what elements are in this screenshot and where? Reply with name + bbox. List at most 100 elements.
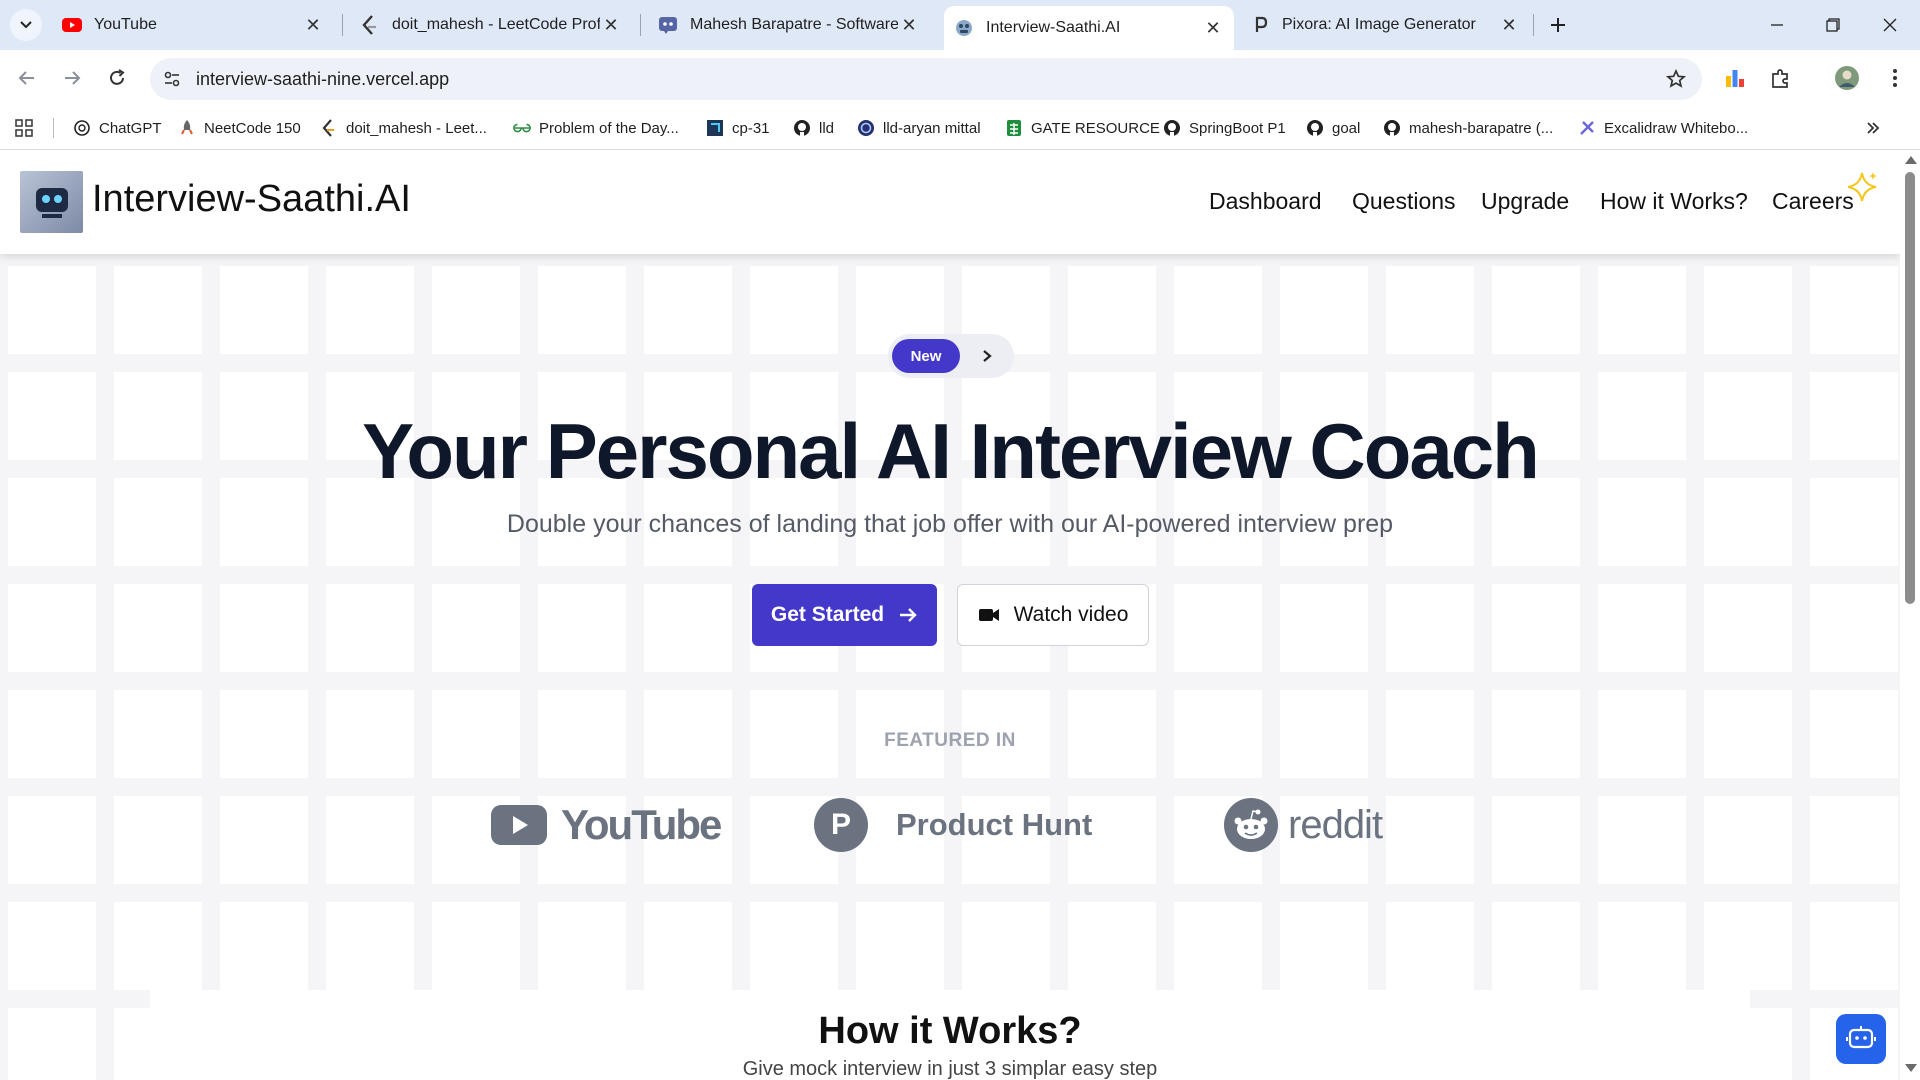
rocket-icon [178,119,196,137]
scrollbar-thumb[interactable] [1905,172,1915,604]
bookmark-lld-aryan[interactable]: lld-aryan mittal [857,116,981,140]
interview-saathi-icon [954,18,974,38]
site-settings-icon[interactable] [160,67,184,91]
bookmark-gfg[interactable]: Problem of the Day... [513,116,679,140]
close-tab-icon[interactable]: ✕ [600,14,622,36]
tab-portfolio[interactable]: Mahesh Barapatre - Software Er ✕ [648,8,930,42]
producthunt-icon: P [814,798,868,852]
restore-icon [1826,18,1840,32]
featured-reddit-logo: reddit [1224,790,1383,860]
bookmark-label: NeetCode 150 [204,119,301,137]
hero-section: New Your Personal AI Interview Coach Dou… [0,150,1900,1080]
bookmark-label: Problem of the Day... [539,119,679,137]
bookmark-leetcode[interactable]: doit_mahesh - Leet... [320,116,487,140]
more-bookmarks-button[interactable] [1866,116,1880,140]
github-icon [1383,119,1401,137]
new-tab-button[interactable] [1543,10,1573,40]
gfg-icon [513,119,531,137]
bookmark-label: cp-31 [732,119,770,137]
watch-video-button[interactable]: Watch video [957,584,1149,646]
bookmark-label: Excalidraw Whitebo... [1604,119,1749,137]
arrow-left-icon [18,71,34,85]
close-window-button[interactable] [1870,8,1910,42]
close-tab-icon[interactable]: ✕ [302,14,324,36]
how-it-works-title: How it Works? [818,1010,1082,1052]
reload-button[interactable] [102,63,132,93]
scroll-up-arrow[interactable] [1905,156,1917,164]
video-camera-icon [978,607,1000,623]
bookmark-mahesh-github[interactable]: mahesh-barapatre (... [1383,116,1553,140]
tab-pixora[interactable]: Pixora: AI Image Generator ✕ [1240,8,1530,42]
reddit-wordmark: reddit [1288,802,1383,847]
featured-in-label: FEATURED IN [884,730,1016,751]
apps-grid-icon[interactable] [14,116,34,140]
extensions-puzzle-icon[interactable] [1766,63,1796,93]
tab-search-button[interactable] [10,9,42,41]
bookmark-label: mahesh-barapatre (... [1409,119,1554,137]
circle-logo-icon [857,119,875,137]
restore-button[interactable] [1813,8,1853,42]
chatbot-icon [1846,1026,1876,1049]
bookmark-goal[interactable]: goal [1306,116,1360,140]
nav-how-it-works[interactable]: How it Works? [1600,188,1748,215]
pixora-icon [1250,15,1270,35]
github-icon [793,119,811,137]
close-tab-icon[interactable]: ✕ [1498,14,1520,36]
bookmark-cp31[interactable]: cp-31 [706,116,770,140]
kebab-menu-icon[interactable] [1880,63,1910,93]
minimize-button[interactable] [1757,8,1797,42]
tab-leetcode[interactable]: doit_mahesh - LeetCode Profile ✕ [350,8,632,42]
plus-icon [1551,18,1565,32]
tab-interview-saathi[interactable]: Interview-Saathi.AI ✕ [944,6,1234,50]
nav-dashboard[interactable]: Dashboard [1209,188,1322,215]
tab-youtube[interactable]: YouTube ✕ [52,8,334,42]
bookmark-lld[interactable]: lld [793,116,834,140]
chevron-down-icon [20,21,32,29]
bookmark-label: lld [819,119,835,137]
tab-title: YouTube [94,16,157,33]
tab-title: doit_mahesh - LeetCode Profile [392,16,600,33]
cp31-icon [706,119,724,137]
bookmarks-bar: ChatGPT NeetCode 150 doit_mahesh - Leet.… [0,106,1920,150]
chevron-right-icon [976,345,998,367]
profile-avatar[interactable] [1832,63,1862,93]
bookmark-excalidraw[interactable]: Excalidraw Whitebo... [1578,116,1748,140]
tab-title: Pixora: AI Image Generator [1282,16,1476,33]
bookmark-divider [53,118,54,138]
forward-button[interactable] [57,63,87,93]
sheets-icon [1005,119,1023,137]
get-started-button[interactable]: Get Started [752,584,937,646]
browser-toolbar: interview-saathi-nine.vercel.app [0,50,1920,106]
bookmark-gate[interactable]: GATE RESOURCE [1005,116,1160,140]
chatbot-button[interactable] [1836,1014,1886,1064]
announcement-pill[interactable]: New [888,334,1014,378]
nav-upgrade[interactable]: Upgrade [1481,188,1569,215]
site-header: Interview-Saathi.AI Dashboard Questions … [0,150,1900,254]
bookmark-springboot[interactable]: SpringBoot P1 [1163,116,1286,140]
close-tab-icon[interactable]: ✕ [898,14,920,36]
scroll-down-arrow[interactable] [1905,1064,1917,1072]
bookmark-chatgpt[interactable]: ChatGPT [73,116,162,140]
url-text: interview-saathi-nine.vercel.app [196,69,450,89]
youtube-icon [62,15,82,35]
arrow-right-icon [65,71,81,85]
analytics-extension-icon[interactable] [1720,63,1750,93]
nav-questions[interactable]: Questions [1352,188,1456,215]
close-tab-icon[interactable]: ✕ [1202,17,1224,39]
leetcode-icon [360,15,380,35]
brand-logo[interactable] [20,171,83,233]
bookmark-star-icon[interactable] [1664,67,1688,91]
sparkle-icon [1847,172,1877,202]
bookmark-label: lld-aryan mittal [883,119,981,137]
bookmark-neetcode[interactable]: NeetCode 150 [178,116,301,140]
back-button[interactable] [12,63,42,93]
address-bar[interactable]: interview-saathi-nine.vercel.app [150,58,1702,100]
tab-title: Interview-Saathi.AI [986,19,1121,36]
youtube-play-icon [491,805,547,845]
reddit-icon [1224,798,1278,852]
page-viewport: Interview-Saathi.AI Dashboard Questions … [0,150,1900,1080]
leetcode-icon [320,119,338,137]
nav-careers[interactable]: Careers [1772,188,1854,215]
brand-name[interactable]: Interview-Saathi.AI [92,178,411,221]
page-scrollbar[interactable] [1900,150,1920,1080]
